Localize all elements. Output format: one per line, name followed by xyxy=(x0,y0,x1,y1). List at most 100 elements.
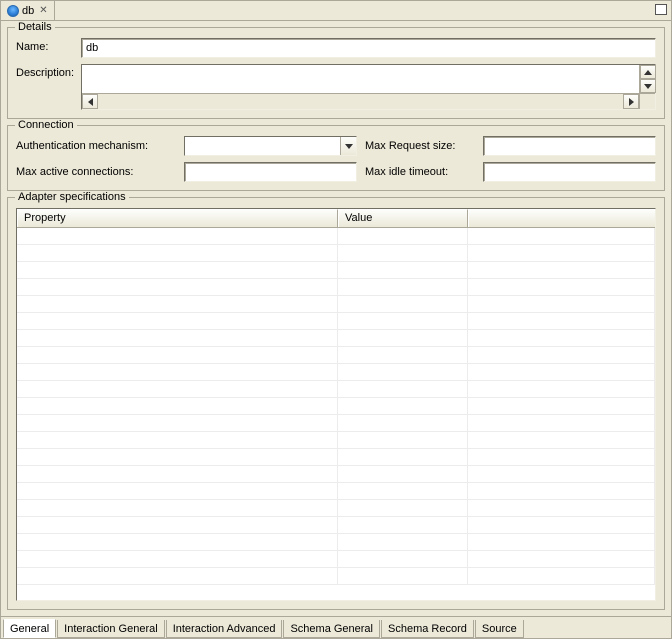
cell-value[interactable] xyxy=(338,483,468,499)
tab-source[interactable]: Source xyxy=(475,620,524,638)
cell-value[interactable] xyxy=(338,432,468,448)
cell-property[interactable] xyxy=(17,500,338,516)
table-row[interactable] xyxy=(17,262,655,279)
max-conn-field[interactable] xyxy=(184,162,357,182)
tab-schema-record[interactable]: Schema Record xyxy=(381,620,474,638)
horizontal-scrollbar[interactable] xyxy=(82,93,639,109)
cell-value[interactable] xyxy=(338,262,468,278)
scroll-down-icon[interactable] xyxy=(640,79,656,93)
table-row[interactable] xyxy=(17,551,655,568)
cell-property[interactable] xyxy=(17,347,338,363)
table-row[interactable] xyxy=(17,398,655,415)
table-row[interactable] xyxy=(17,245,655,262)
cell-value[interactable] xyxy=(338,500,468,516)
cell-property[interactable] xyxy=(17,228,338,244)
tab-interaction-general[interactable]: Interaction General xyxy=(57,620,165,638)
scroll-left-icon[interactable] xyxy=(82,94,98,109)
table-row[interactable] xyxy=(17,347,655,364)
table-row[interactable] xyxy=(17,364,655,381)
cell-property[interactable] xyxy=(17,262,338,278)
name-field[interactable] xyxy=(81,38,656,58)
cell-property[interactable] xyxy=(17,279,338,295)
column-header-value[interactable]: Value xyxy=(338,209,468,227)
cell-property[interactable] xyxy=(17,245,338,261)
editor-tab-db[interactable]: db ✕ xyxy=(1,1,55,20)
table-row[interactable] xyxy=(17,500,655,517)
cell-property[interactable] xyxy=(17,551,338,567)
table-row[interactable] xyxy=(17,483,655,500)
cell-property[interactable] xyxy=(17,534,338,550)
tab-schema-general[interactable]: Schema General xyxy=(283,620,380,638)
cell-value[interactable] xyxy=(338,330,468,346)
cell-property[interactable] xyxy=(17,568,338,584)
cell-rest xyxy=(468,449,655,465)
description-field[interactable] xyxy=(82,65,639,93)
table-row[interactable] xyxy=(17,313,655,330)
connection-legend: Connection xyxy=(15,119,77,131)
cell-value[interactable] xyxy=(338,534,468,550)
adapter-table-body[interactable] xyxy=(17,228,655,600)
cell-value[interactable] xyxy=(338,279,468,295)
vertical-scrollbar[interactable] xyxy=(639,65,655,93)
auth-combo-input[interactable] xyxy=(185,137,340,155)
table-row[interactable] xyxy=(17,381,655,398)
cell-value[interactable] xyxy=(338,568,468,584)
column-header-property[interactable]: Property xyxy=(17,209,338,227)
cell-value[interactable] xyxy=(338,313,468,329)
cell-rest xyxy=(468,432,655,448)
cell-value[interactable] xyxy=(338,466,468,482)
cell-value[interactable] xyxy=(338,347,468,363)
cell-value[interactable] xyxy=(338,449,468,465)
cell-property[interactable] xyxy=(17,449,338,465)
cell-property[interactable] xyxy=(17,415,338,431)
table-row[interactable] xyxy=(17,279,655,296)
cell-property[interactable] xyxy=(17,381,338,397)
cell-value[interactable] xyxy=(338,296,468,312)
cell-rest xyxy=(468,534,655,550)
name-label: Name: xyxy=(16,38,81,53)
table-row[interactable] xyxy=(17,330,655,347)
table-row[interactable] xyxy=(17,534,655,551)
table-row[interactable] xyxy=(17,415,655,432)
bottom-tabstrip: GeneralInteraction GeneralInteraction Ad… xyxy=(1,616,671,638)
adapter-legend: Adapter specifications xyxy=(15,191,129,203)
cell-value[interactable] xyxy=(338,245,468,261)
cell-value[interactable] xyxy=(338,551,468,567)
tab-general[interactable]: General xyxy=(3,619,56,638)
cell-property[interactable] xyxy=(17,364,338,380)
cell-property[interactable] xyxy=(17,398,338,414)
cell-value[interactable] xyxy=(338,415,468,431)
cell-value[interactable] xyxy=(338,398,468,414)
table-row[interactable] xyxy=(17,228,655,245)
tab-interaction-advanced[interactable]: Interaction Advanced xyxy=(166,620,283,638)
cell-property[interactable] xyxy=(17,483,338,499)
cell-property[interactable] xyxy=(17,330,338,346)
cell-property[interactable] xyxy=(17,313,338,329)
cell-rest xyxy=(468,398,655,414)
cell-property[interactable] xyxy=(17,296,338,312)
close-icon[interactable]: ✕ xyxy=(39,5,47,16)
maximize-view-icon[interactable] xyxy=(655,4,667,15)
scroll-right-icon[interactable] xyxy=(623,94,639,109)
cell-property[interactable] xyxy=(17,432,338,448)
table-row[interactable] xyxy=(17,296,655,313)
cell-property[interactable] xyxy=(17,466,338,482)
cell-value[interactable] xyxy=(338,228,468,244)
table-row[interactable] xyxy=(17,432,655,449)
cell-value[interactable] xyxy=(338,517,468,533)
scroll-up-icon[interactable] xyxy=(640,65,656,79)
cell-property[interactable] xyxy=(17,517,338,533)
cell-rest xyxy=(468,313,655,329)
table-row[interactable] xyxy=(17,568,655,585)
max-idle-field[interactable] xyxy=(483,162,656,182)
description-label: Description: xyxy=(16,64,81,79)
table-row[interactable] xyxy=(17,449,655,466)
table-row[interactable] xyxy=(17,466,655,483)
auth-combo[interactable] xyxy=(184,136,357,156)
table-row[interactable] xyxy=(17,517,655,534)
cell-value[interactable] xyxy=(338,364,468,380)
chevron-down-icon[interactable] xyxy=(340,137,356,155)
max-request-field[interactable] xyxy=(483,136,656,156)
cell-value[interactable] xyxy=(338,381,468,397)
editor-tabstrip: db ✕ xyxy=(1,1,671,21)
